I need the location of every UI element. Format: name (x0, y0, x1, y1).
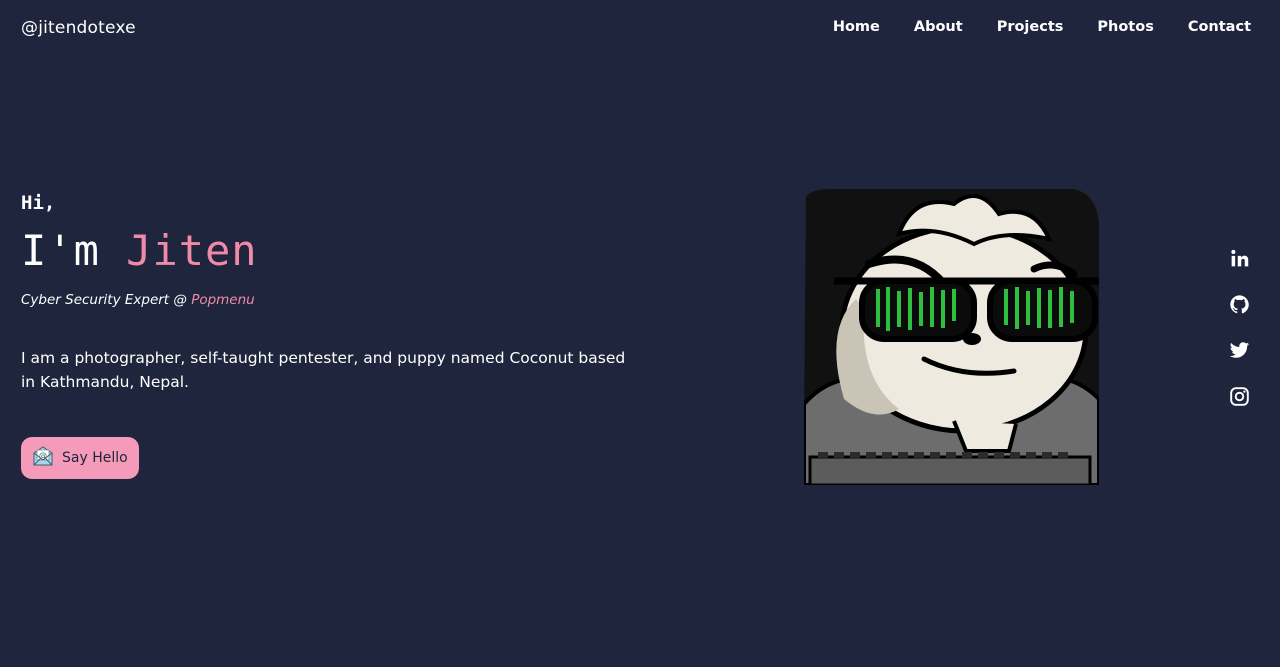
nav-about[interactable]: About (914, 19, 963, 35)
greeting: Hi, (21, 192, 56, 214)
envelope-at-icon: @ (32, 446, 54, 470)
headline: I'm Jiten (21, 226, 641, 275)
job-role: Cyber Security Expert @ Popmenu (21, 292, 641, 308)
avatar-illustration (802, 189, 1101, 487)
brand-handle[interactable]: @jitendotexe (21, 18, 136, 38)
nav-home[interactable]: Home (833, 19, 880, 35)
headline-name: Jiten (126, 226, 258, 275)
social-links (1229, 248, 1250, 407)
twitter-icon[interactable] (1229, 340, 1250, 361)
role-text: Cyber Security Expert @ (21, 292, 192, 309)
nav-contact[interactable]: Contact (1188, 19, 1251, 35)
headline-prefix: I'm (21, 226, 127, 275)
nav-photos[interactable]: Photos (1097, 19, 1153, 35)
github-icon[interactable] (1229, 294, 1250, 315)
hero-section: Hi, I'm Jiten Cyber Security Expert @ Po… (21, 192, 641, 480)
bio-text: I am a photographer, self-taught pentest… (21, 349, 626, 392)
instagram-icon[interactable] (1229, 386, 1250, 407)
say-hello-label: Say Hello (62, 450, 128, 467)
say-hello-button[interactable]: @ Say Hello (21, 437, 139, 480)
main-nav: Home About Projects Photos Contact (833, 19, 1251, 35)
company-link[interactable]: Popmenu (191, 292, 255, 308)
nav-projects[interactable]: Projects (997, 19, 1064, 35)
linkedin-icon[interactable] (1229, 248, 1250, 269)
